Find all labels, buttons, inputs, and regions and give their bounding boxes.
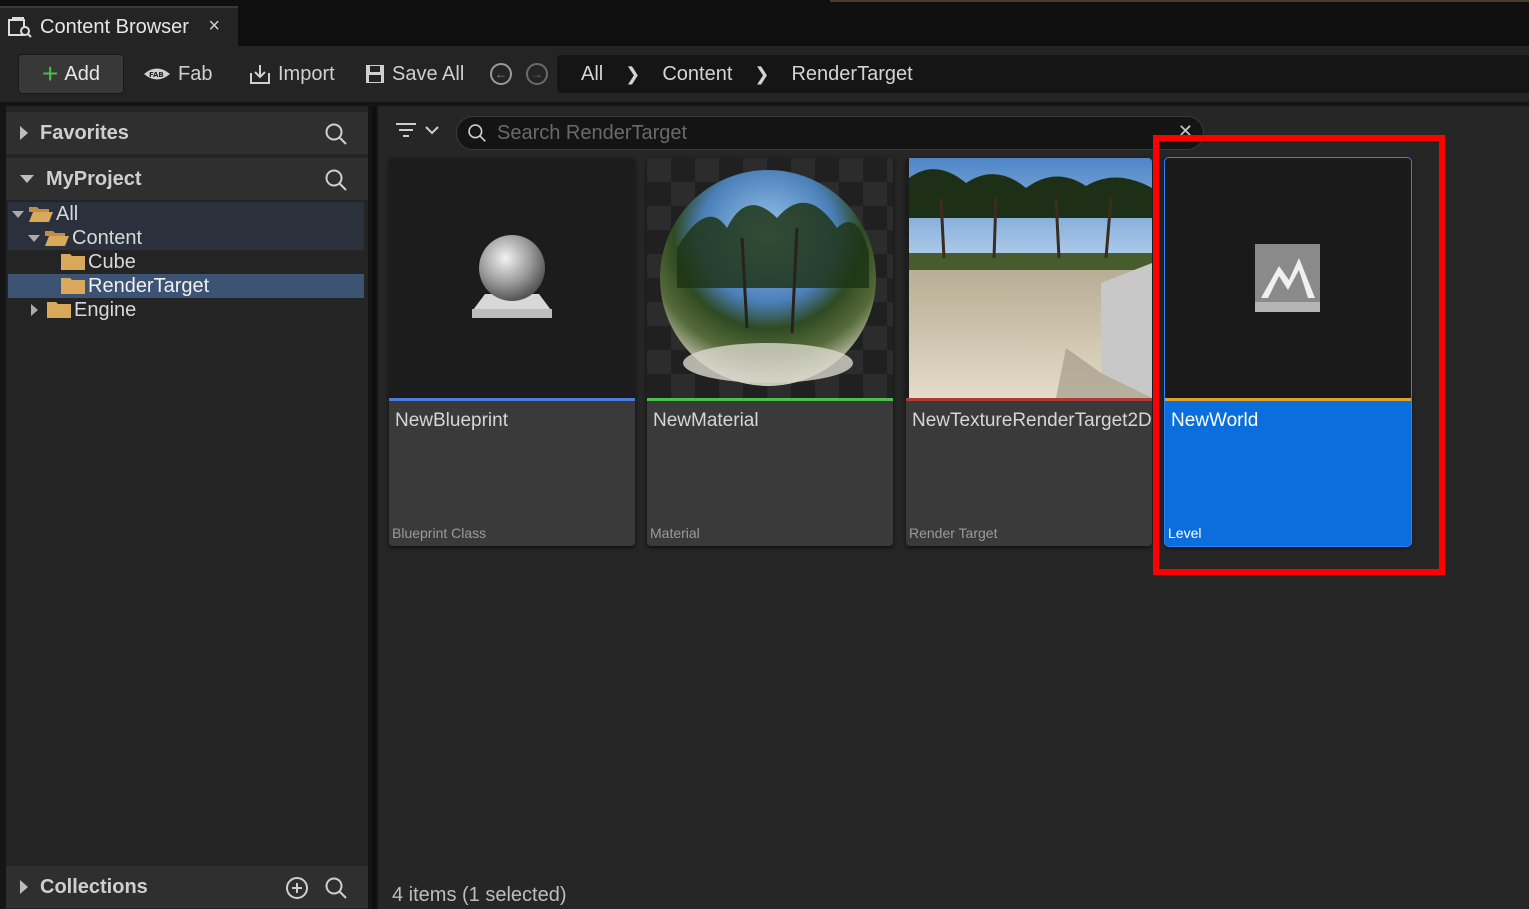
asset-type: Level [1168,525,1202,541]
asset-view: ✕ NewBlueprint Blueprint Class [378,106,1529,909]
material-sphere-preview [660,170,876,386]
tree-item-all[interactable]: All [8,202,364,226]
breadcrumb-item-content[interactable]: Content [662,63,732,86]
breadcrumb: All ❯ Content ❯ RenderTarget [557,55,1529,93]
search-icon [468,124,486,142]
tab-title: Content Browser [40,15,189,38]
asset-tile-newmaterial[interactable]: NewMaterial Material [647,158,893,546]
chevron-right-icon[interactable]: ❯ [625,64,640,85]
save-icon [366,65,384,83]
asset-type: Render Target [909,525,998,541]
project-header[interactable]: MyProject [6,158,368,200]
asset-tile-newtexturerendertarget2d[interactable]: NewTextureRenderTarget2D Render Target [906,158,1152,546]
tree-item-content[interactable]: Content [8,226,364,250]
asset-name: NewBlueprint [395,410,508,431]
import-icon [250,65,270,84]
material-thumbnail [647,158,893,398]
import-button[interactable]: Import [248,54,335,94]
folder-icon [47,302,71,318]
filter-button[interactable] [394,120,440,140]
add-circle-icon[interactable] [285,876,309,900]
tab-strip: Content Browser × [0,0,1529,46]
close-icon[interactable]: × [208,15,220,38]
status-text: 4 items (1 selected) [392,884,567,906]
favorites-header[interactable]: Favorites [6,112,368,154]
render-target-preview [909,158,1152,398]
tree-item-label: Engine [74,298,137,321]
search-input[interactable] [497,121,1157,145]
add-button[interactable]: + Add [18,54,124,94]
asset-type-color-bar [906,398,1152,401]
chevron-down-icon [425,126,439,135]
content-browser-icon [8,17,32,38]
expand-arrow-icon[interactable] [31,304,38,316]
fab-icon: FAB [144,68,170,80]
collections-label: Collections [40,875,148,898]
asset-type: Material [650,525,700,541]
favorites-label: Favorites [40,121,129,144]
asset-name: NewTextureRenderTarget2D [912,410,1152,431]
panel-splitter[interactable] [372,106,376,909]
tree-item-label: RenderTarget [88,274,210,297]
asset-name: NewWorld [1171,410,1259,431]
tree-item-cube[interactable]: Cube [8,250,364,274]
tree-item-engine[interactable]: Engine [8,298,364,322]
tree-item-label: Content [72,226,143,249]
asset-type-color-bar [647,398,893,401]
expand-arrow-icon[interactable] [20,880,28,894]
svg-text:FAB: FAB [149,71,164,79]
level-mountain-icon [1255,244,1320,312]
sources-panel: Favorites MyProject All Content Cube Ren… [6,106,368,909]
search-icon[interactable] [324,876,348,900]
search-icon[interactable] [324,168,348,192]
asset-name: NewMaterial [653,410,759,431]
forward-arrow-icon[interactable]: → [526,63,548,85]
add-button-label: Add [64,62,100,85]
render-target-thumbnail [906,158,1152,398]
tree-item-rendertarget[interactable]: RenderTarget [8,274,364,298]
asset-type-color-bar [1165,398,1411,401]
asset-type-color-bar [389,398,635,401]
level-thumbnail [1165,158,1411,398]
collapse-arrow-icon[interactable] [28,234,40,242]
back-arrow-icon[interactable]: ← [490,63,512,85]
asset-tile-newworld[interactable]: NewWorld Level [1164,157,1412,547]
folder-tree: All Content Cube RenderTarget Engine [8,202,364,322]
save-all-button-label: Save All [392,62,465,85]
top-stripe [830,0,1529,2]
import-button-label: Import [278,62,335,85]
tree-item-label: All [56,202,79,225]
search-field: ✕ [456,116,1204,150]
toolbar: + Add FAB Fab Import Save All ← → All ❯ … [0,46,1529,102]
asset-type: Blueprint Class [392,525,487,541]
breadcrumb-item-all[interactable]: All [581,63,603,86]
open-folder-icon [29,207,53,222]
collections-header[interactable]: Collections [6,866,368,908]
project-label: MyProject [46,167,142,190]
asset-tile-newblueprint[interactable]: NewBlueprint Blueprint Class [389,158,635,546]
save-all-button[interactable]: Save All [364,54,464,94]
clear-search-icon[interactable]: ✕ [1178,121,1193,142]
folder-icon [61,254,85,270]
tree-item-label: Cube [88,250,136,273]
folder-icon [61,278,85,294]
tab-content-browser[interactable]: Content Browser × [0,6,238,46]
chevron-right-icon[interactable]: ❯ [754,64,769,85]
fab-button[interactable]: FAB Fab [142,54,212,94]
search-icon[interactable] [324,122,348,146]
blueprint-sphere-icon [472,235,552,318]
collapse-arrow-icon[interactable] [12,210,24,218]
fab-button-label: Fab [178,62,213,85]
expand-arrow-icon[interactable] [20,126,28,140]
breadcrumb-item-rendertarget[interactable]: RenderTarget [791,63,912,86]
collapse-arrow-icon[interactable] [20,175,34,183]
open-folder-icon [45,231,69,246]
filter-icon [396,123,416,137]
blueprint-thumbnail [389,158,635,398]
plus-icon: + [42,58,59,89]
